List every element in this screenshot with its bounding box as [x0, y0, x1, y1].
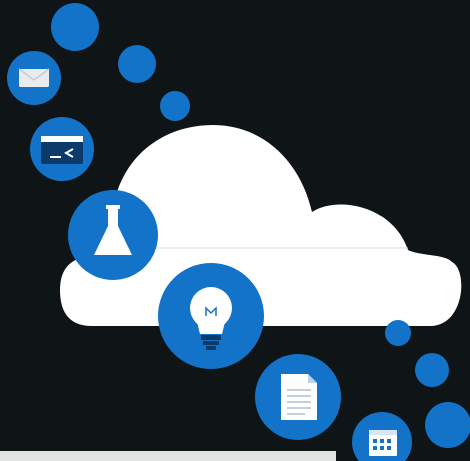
- bubble-circle: [118, 45, 156, 83]
- document-icon: [255, 354, 341, 440]
- bubble-circle: [160, 91, 190, 121]
- cloud-services-illustration: [0, 0, 470, 461]
- bottom-strip: [0, 451, 336, 461]
- mail-icon: [7, 51, 61, 105]
- bubble-circle: [415, 353, 449, 387]
- lab-flask-icon: [68, 190, 158, 280]
- terminal-icon: [30, 117, 94, 181]
- bubble-circle: [51, 3, 99, 51]
- calendar-icon: [352, 412, 412, 461]
- bubble-circle: [425, 402, 470, 448]
- lightbulb-icon: [158, 263, 264, 369]
- bubble-circle: [385, 320, 411, 346]
